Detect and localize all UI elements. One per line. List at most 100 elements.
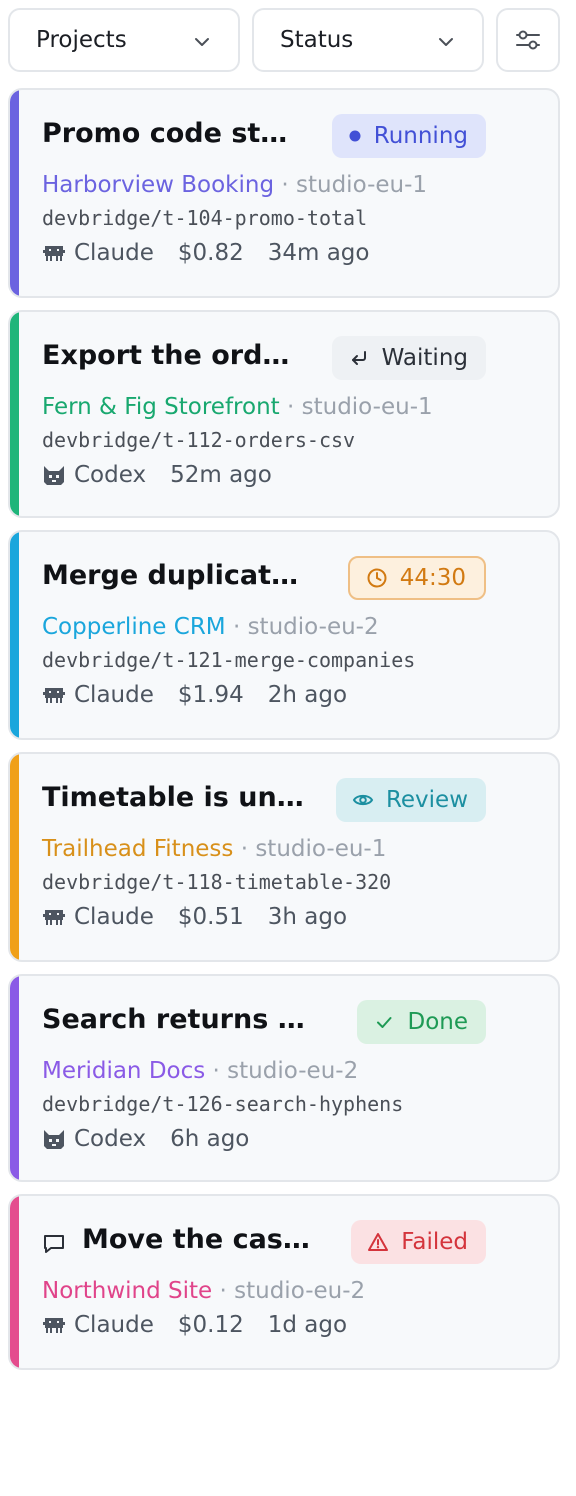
clock-icon — [366, 567, 388, 589]
task-title: Search returns n… — [42, 1004, 312, 1035]
separator: · — [225, 614, 248, 640]
age: 34m ago — [267, 240, 370, 266]
status-label: Running — [373, 123, 468, 149]
agent-name: Codex — [74, 462, 147, 488]
branch-name: devbridge/t-126-search-hyphens — [42, 1092, 404, 1116]
age: 1d ago — [267, 1312, 348, 1338]
status-badge: Failed — [351, 1220, 486, 1264]
claude-icon — [42, 1313, 66, 1337]
status-label: Done — [407, 1009, 468, 1035]
status-dropdown-label: Status — [280, 27, 354, 53]
project-name[interactable]: Trailhead Fitness — [42, 836, 233, 862]
task-card[interactable]: Move the cas… Failed Northwind Site · stud… — [8, 1194, 560, 1370]
project-line: Fern & Fig Storefront · studio-eu-1 — [42, 394, 433, 420]
agent-name: Claude — [74, 240, 154, 266]
host-name: studio-eu-2 — [227, 1058, 359, 1084]
task-accent-bar — [10, 90, 19, 296]
separator: · — [279, 394, 302, 420]
agent-name: Claude — [74, 1312, 154, 1338]
status-badge: 44:30 — [347, 556, 486, 600]
projects-dropdown[interactable]: Projects — [8, 8, 240, 72]
separator: · — [274, 172, 296, 198]
task-accent-bar — [10, 532, 19, 738]
host-name: studio-eu-2 — [247, 614, 379, 640]
warning-icon — [367, 1231, 389, 1253]
agent-name: Codex — [74, 1126, 147, 1152]
host-name: studio-eu-1 — [255, 836, 387, 862]
task-accent-bar — [10, 754, 19, 960]
projects-dropdown-label: Projects — [36, 27, 127, 53]
filter-settings-button[interactable] — [496, 8, 560, 72]
age: 6h ago — [170, 1126, 250, 1152]
project-name[interactable]: Harborview Booking — [42, 172, 274, 198]
separator: · — [205, 1058, 228, 1084]
return-arrow-icon — [348, 347, 370, 369]
cost: $0.12 — [177, 1312, 244, 1338]
project-name[interactable]: Meridian Docs — [42, 1058, 205, 1084]
task-title: Promo code st… — [42, 118, 288, 149]
task-title: Merge duplicate… — [42, 560, 312, 591]
separator: · — [212, 1278, 235, 1304]
task-accent-bar — [10, 1196, 19, 1368]
eye-icon — [352, 789, 374, 811]
agent-name: Claude — [74, 682, 154, 708]
status-label: Failed — [401, 1229, 468, 1255]
project-name[interactable]: Fern & Fig Storefront — [42, 394, 280, 420]
task-meta: Claude $0.82 34m ago — [42, 240, 369, 266]
task-card[interactable]: Merge duplicate… 44:30 Copperline CRM · st… — [8, 530, 560, 740]
branch-name: devbridge/t-118-timetable-320 — [42, 870, 392, 894]
check-icon — [373, 1011, 395, 1033]
cost: $0.51 — [177, 904, 244, 930]
task-card[interactable]: Promo code st… Running Harborview Booking … — [8, 88, 560, 298]
filter-bar: Projects Status — [8, 8, 560, 72]
host-name: studio-eu-1 — [301, 394, 433, 420]
branch-name: devbridge/t-121-merge-companies — [42, 648, 416, 672]
branch-name: devbridge/t-104-promo-total — [42, 206, 368, 230]
task-meta: Claude $1.94 2h ago — [42, 682, 347, 708]
status-label: Review — [385, 787, 468, 813]
chevron-down-icon — [195, 38, 209, 46]
task-meta: Claude $0.51 3h ago — [42, 904, 347, 930]
task-title: Timetable is un… — [42, 782, 304, 813]
age: 3h ago — [267, 904, 348, 930]
comment-icon — [42, 1232, 66, 1256]
chevron-down-icon — [439, 38, 453, 46]
status-label: 44:30 — [399, 565, 466, 591]
age: 52m ago — [170, 462, 272, 488]
project-line: Meridian Docs · studio-eu-2 — [42, 1058, 358, 1084]
task-title: Move the cas… — [82, 1224, 310, 1255]
status-badge: Done — [357, 1000, 486, 1044]
host-name: studio-eu-1 — [296, 172, 428, 198]
task-card[interactable]: Search returns n… Done Meridian Docs · stu… — [8, 974, 560, 1182]
agent-name: Claude — [74, 904, 154, 930]
branch-name: devbridge/t-112-orders-csv — [42, 428, 356, 452]
task-accent-bar — [10, 312, 19, 516]
task-card[interactable]: Export the ord… Waiting Fern & Fig Storefr… — [8, 310, 560, 518]
task-meta: Codex 6h ago — [42, 1126, 249, 1152]
codex-icon — [42, 463, 66, 487]
claude-icon — [42, 241, 66, 265]
age: 2h ago — [267, 682, 348, 708]
claude-icon — [42, 905, 66, 929]
status-dropdown[interactable]: Status — [252, 8, 484, 72]
status-label: Waiting — [381, 345, 468, 371]
project-line: Harborview Booking · studio-eu-1 — [42, 172, 427, 198]
project-line: Trailhead Fitness · studio-eu-1 — [42, 836, 386, 862]
task-meta: Claude $0.12 1d ago — [42, 1312, 347, 1338]
host-name: studio-eu-2 — [234, 1278, 366, 1304]
project-name[interactable]: Northwind Site — [42, 1278, 212, 1304]
cost: $0.82 — [177, 240, 244, 266]
status-badge: Running — [331, 114, 486, 158]
task-card[interactable]: Timetable is un… Review Trailhead Fitness … — [8, 752, 560, 962]
codex-icon — [42, 1127, 66, 1151]
status-badge: Waiting — [331, 336, 486, 380]
claude-icon — [42, 683, 66, 707]
project-name[interactable]: Copperline CRM — [42, 614, 226, 640]
task-accent-bar — [10, 976, 19, 1180]
task-meta: Codex 52m ago — [42, 462, 272, 488]
cost: $1.94 — [177, 682, 244, 708]
project-line: Copperline CRM · studio-eu-2 — [42, 614, 379, 640]
status-badge: Review — [335, 778, 486, 822]
task-title: Export the ord… — [42, 340, 290, 371]
dot-icon — [348, 129, 362, 143]
